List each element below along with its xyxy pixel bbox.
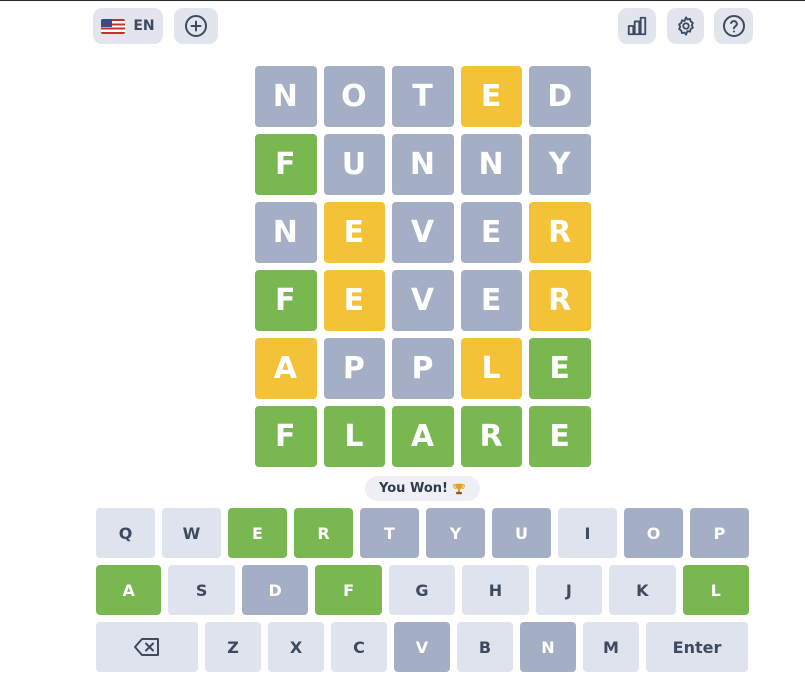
key-s[interactable]: S (168, 565, 235, 615)
letter-tile: E (460, 202, 523, 263)
key-l[interactable]: L (682, 565, 749, 615)
letter-tile: F (255, 270, 317, 331)
backspace-icon (134, 638, 159, 656)
gear-icon (677, 16, 694, 36)
board-row: FEVER (255, 270, 591, 331)
key-k[interactable]: K (609, 565, 676, 615)
key-c[interactable]: C (331, 622, 387, 672)
keyboard-row: ASDFGHJKL (96, 565, 749, 615)
letter-tile: V (392, 202, 454, 263)
letter-tile: F (255, 134, 317, 195)
letter-tile: E (529, 406, 591, 467)
key-w[interactable]: W (162, 508, 221, 558)
board-row: NEVER (255, 202, 591, 263)
question-circle-icon (722, 15, 745, 37)
letter-tile: E (323, 202, 386, 263)
key-b[interactable]: B (457, 622, 513, 672)
key-x[interactable]: X (268, 622, 324, 672)
key-i[interactable]: I (558, 508, 617, 558)
letter-tile: U (323, 134, 386, 195)
key-n[interactable]: N (520, 622, 576, 672)
letter-tile: D (529, 66, 591, 127)
board-row: FLARE (255, 406, 591, 467)
key-v[interactable]: V (394, 622, 450, 672)
letter-tile: T (392, 66, 454, 127)
letter-tile: Y (529, 134, 591, 195)
letter-tile: N (460, 134, 523, 195)
key-h[interactable]: H (462, 565, 529, 615)
key-d[interactable]: D (241, 565, 309, 615)
key-a[interactable]: A (96, 565, 162, 615)
us-flag-icon (101, 18, 126, 34)
keyboard-row: QWERTYUIOP (96, 508, 749, 558)
key-g[interactable]: G (388, 565, 456, 615)
board-row: FUNNY (255, 134, 591, 195)
letter-tile: E (460, 66, 523, 127)
key-f[interactable]: F (315, 565, 382, 615)
key-y[interactable]: Y (426, 508, 485, 558)
on-screen-keyboard: Q W E R T Y U I O P A S D F G H J K L Z X C V B N M Enter (96, 508, 749, 679)
letter-tile: F (255, 406, 317, 467)
keyboard-row: Z X C V B N M Enter (96, 622, 749, 672)
key-e[interactable]: E (228, 508, 287, 558)
letter-tile: A (392, 406, 454, 467)
letter-tile: N (255, 66, 317, 127)
letter-tile: L (323, 406, 386, 467)
game-board: NOTEDFUNNYNEVERFEVERAPPLEFLARE (255, 66, 591, 474)
bar-chart-icon (627, 16, 647, 36)
letter-tile: V (392, 270, 454, 331)
letter-tile: N (255, 202, 317, 263)
letter-tile: P (392, 338, 454, 399)
board-row: APPLE (255, 338, 591, 399)
letter-tile: P (323, 338, 386, 399)
key-z[interactable]: Z (205, 622, 261, 672)
toast-text: You Won! (379, 481, 448, 496)
statistics-button[interactable] (618, 8, 656, 44)
enter-key[interactable]: Enter (646, 622, 748, 672)
key-m[interactable]: M (583, 622, 639, 672)
letter-tile: E (529, 338, 591, 399)
key-t[interactable]: T (360, 508, 419, 558)
key-u[interactable]: U (492, 508, 551, 558)
trophy-icon (453, 483, 465, 494)
backspace-key[interactable] (96, 622, 198, 672)
letter-tile: E (323, 270, 386, 331)
letter-tile: R (529, 202, 591, 263)
key-p[interactable]: P (690, 508, 749, 558)
board-row: NOTED (255, 66, 591, 127)
plus-circle-icon (185, 15, 207, 37)
language-label: EN (133, 18, 155, 34)
letter-tile: N (392, 134, 454, 195)
letter-tile: A (255, 338, 317, 399)
letter-tile: R (529, 270, 591, 331)
letter-tile: R (460, 406, 523, 467)
language-button[interactable]: EN (93, 8, 163, 44)
key-r[interactable]: R (294, 508, 353, 558)
key-q[interactable]: Q (96, 508, 155, 558)
letter-tile: O (323, 66, 386, 127)
help-button[interactable] (714, 8, 753, 44)
settings-button[interactable] (667, 8, 704, 44)
key-j[interactable]: J (535, 565, 603, 615)
new-game-button[interactable] (174, 8, 218, 44)
win-toast: You Won! (365, 476, 480, 501)
letter-tile: E (460, 270, 523, 331)
letter-tile: L (460, 338, 523, 399)
key-o[interactable]: O (624, 508, 683, 558)
